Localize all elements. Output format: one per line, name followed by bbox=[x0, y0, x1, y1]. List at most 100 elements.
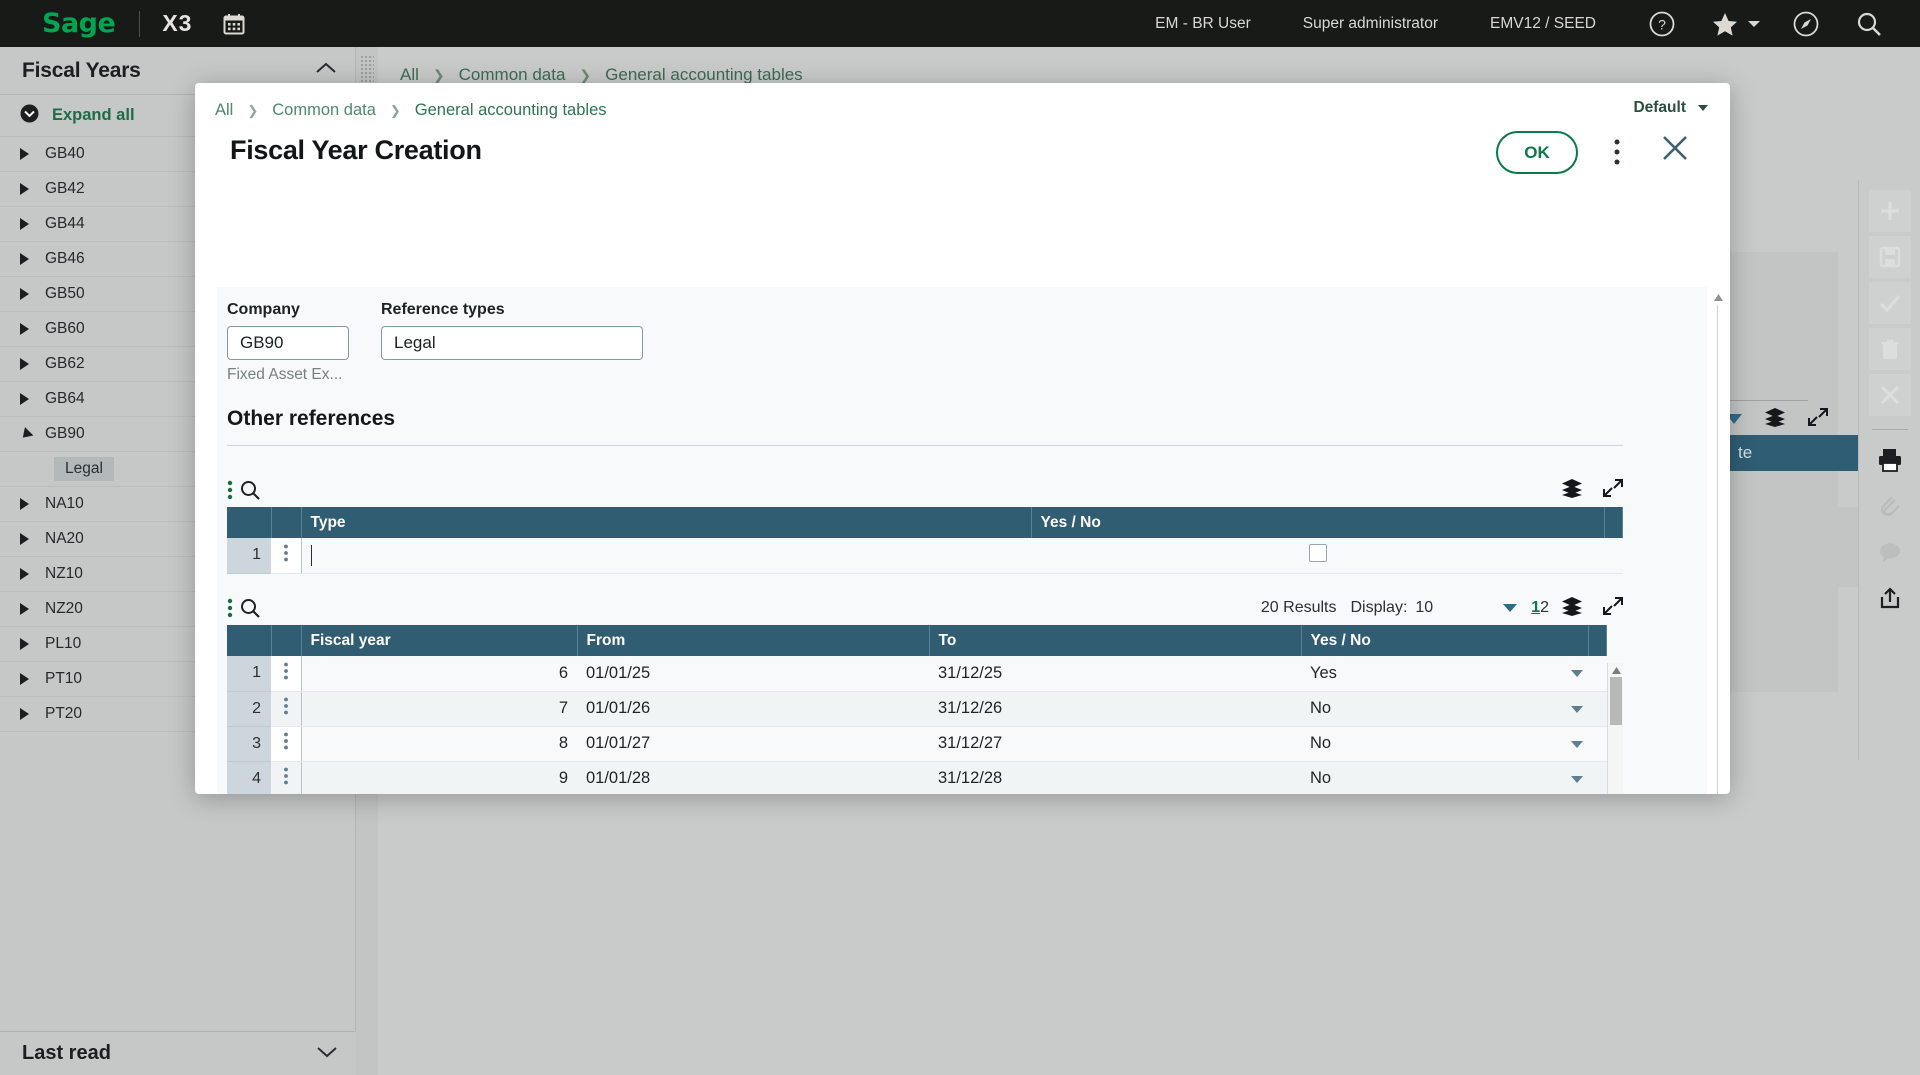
star-icon[interactable] bbox=[1710, 10, 1740, 38]
cell-type[interactable] bbox=[301, 538, 1031, 574]
row-menu-icon[interactable] bbox=[271, 656, 302, 692]
dialog-breadcrumb-item-all[interactable]: All bbox=[215, 101, 233, 120]
dialog-more-vertical-icon[interactable] bbox=[1614, 138, 1620, 171]
attachment-icon[interactable] bbox=[1869, 485, 1911, 527]
calendar-icon[interactable] bbox=[222, 12, 246, 36]
scrollbar-track[interactable] bbox=[1717, 305, 1718, 794]
print-icon[interactable] bbox=[1869, 439, 1911, 481]
compass-icon[interactable] bbox=[1792, 10, 1820, 38]
cell-yesno[interactable]: No bbox=[1301, 691, 1589, 727]
table-header-row: Fiscal year From To Yes / No bbox=[227, 625, 1607, 656]
column-header-yesno[interactable]: Yes / No bbox=[1031, 507, 1605, 538]
sidebar-footer-last-read[interactable]: Last read bbox=[0, 1031, 356, 1075]
current-user[interactable]: EM - BR User bbox=[1155, 15, 1251, 33]
cell-fiscal-year[interactable]: 8 bbox=[301, 726, 577, 762]
export-icon[interactable] bbox=[1869, 577, 1911, 619]
cell-from[interactable]: 01/01/26 bbox=[577, 691, 929, 727]
chevron-down-icon[interactable] bbox=[1748, 20, 1760, 27]
yesno-checkbox[interactable] bbox=[1308, 543, 1327, 562]
cell-yesno[interactable]: No bbox=[1301, 761, 1589, 794]
ok-button[interactable]: OK bbox=[1496, 131, 1578, 174]
cell-from[interactable]: 01/01/25 bbox=[577, 656, 929, 692]
trash-icon[interactable] bbox=[1868, 328, 1911, 370]
scroll-up-icon[interactable] bbox=[1611, 664, 1621, 676]
page-2[interactable]: 2 bbox=[1540, 599, 1549, 616]
help-circle-icon[interactable]: ? bbox=[1648, 10, 1676, 38]
dialog-breadcrumb-item-general-accounting-tables[interactable]: General accounting tables bbox=[415, 101, 607, 120]
company-input[interactable]: GB90 bbox=[227, 326, 349, 360]
table-row[interactable]: 1 6 01/01/25 31/12/25 Yes bbox=[227, 656, 1607, 692]
cell-fiscal-year[interactable]: 7 bbox=[301, 691, 577, 727]
sage-logo[interactable]: Sage bbox=[42, 8, 116, 39]
table-row[interactable]: 1 bbox=[227, 538, 1623, 574]
cell-to[interactable]: 31/12/26 bbox=[929, 691, 1301, 727]
fiscal-years-search-icon[interactable] bbox=[239, 597, 261, 619]
scroll-up-icon[interactable] bbox=[1712, 291, 1724, 303]
other-references-expand-icon[interactable] bbox=[1603, 478, 1623, 503]
display-value[interactable]: 10 bbox=[1415, 599, 1433, 617]
search-icon[interactable] bbox=[1854, 9, 1884, 39]
right-action-rail bbox=[1858, 180, 1920, 760]
caret-down-icon[interactable] bbox=[1503, 604, 1518, 612]
fiscal-years-more-vertical-icon[interactable] bbox=[227, 598, 233, 618]
table-row[interactable]: 2 7 01/01/26 31/12/26 No bbox=[227, 691, 1607, 727]
chevron-right-icon bbox=[20, 358, 29, 370]
column-header-from[interactable]: From bbox=[577, 625, 930, 656]
row-menu-icon[interactable] bbox=[271, 538, 302, 574]
row-menu-icon[interactable] bbox=[271, 691, 302, 727]
chevron-up-icon[interactable] bbox=[315, 61, 337, 80]
check-icon[interactable] bbox=[1868, 282, 1911, 324]
cell-fiscal-year[interactable]: 6 bbox=[301, 656, 577, 692]
dialog-vertical-scrollbar[interactable] bbox=[1712, 291, 1724, 794]
breadcrumb-item-common-data[interactable]: Common data bbox=[459, 65, 566, 85]
chevron-right-icon: ❯ bbox=[247, 102, 259, 118]
dialog-view-selector[interactable]: Default bbox=[1633, 99, 1708, 117]
row-menu-icon[interactable] bbox=[271, 761, 302, 794]
add-icon[interactable] bbox=[1868, 190, 1911, 232]
background-layers-icon[interactable] bbox=[1764, 407, 1786, 432]
cancel-icon[interactable] bbox=[1868, 374, 1911, 416]
caret-down-icon[interactable] bbox=[1570, 740, 1583, 748]
table-row[interactable]: 4 9 01/01/28 31/12/28 No bbox=[227, 761, 1607, 794]
cell-fiscal-year[interactable]: 9 bbox=[301, 761, 577, 794]
scrollbar-thumb[interactable] bbox=[1610, 677, 1622, 725]
column-header-yesno[interactable]: Yes / No bbox=[1301, 625, 1589, 656]
breadcrumb-item-general-accounting-tables[interactable]: General accounting tables bbox=[605, 65, 803, 85]
cell-from[interactable]: 01/01/28 bbox=[577, 761, 929, 794]
comment-icon[interactable] bbox=[1869, 531, 1911, 573]
other-references-search-icon[interactable] bbox=[239, 479, 261, 501]
column-header-fiscal-year[interactable]: Fiscal year bbox=[301, 625, 578, 656]
reference-types-input[interactable]: Legal bbox=[381, 326, 643, 360]
current-role[interactable]: Super administrator bbox=[1303, 15, 1438, 33]
cell-yesno[interactable]: No bbox=[1301, 726, 1589, 762]
close-icon[interactable] bbox=[1660, 133, 1690, 168]
fiscal-years-vertical-scrollbar[interactable] bbox=[1607, 663, 1623, 794]
cell-to[interactable]: 31/12/27 bbox=[929, 726, 1301, 762]
cell-to[interactable]: 31/12/28 bbox=[929, 761, 1301, 794]
cell-to[interactable]: 31/12/25 bbox=[929, 656, 1301, 692]
fiscal-years-layers-icon[interactable] bbox=[1561, 596, 1583, 621]
caret-down-icon[interactable] bbox=[1570, 670, 1583, 678]
sidebar-item-label: GB50 bbox=[45, 285, 85, 302]
other-references-layers-icon[interactable] bbox=[1561, 478, 1583, 503]
caret-down-icon[interactable] bbox=[1570, 705, 1583, 713]
fiscal-years-expand-icon[interactable] bbox=[1603, 596, 1623, 621]
current-endpoint[interactable]: EMV12 / SEED bbox=[1490, 15, 1596, 33]
table-row[interactable]: 3 8 01/01/27 31/12/27 No bbox=[227, 726, 1607, 762]
cell-yesno[interactable] bbox=[1031, 538, 1605, 574]
column-header-type[interactable]: Type bbox=[301, 507, 1032, 538]
row-menu-icon[interactable] bbox=[271, 726, 302, 762]
other-references-more-vertical-icon[interactable] bbox=[227, 480, 233, 500]
page-1[interactable]: 1 bbox=[1531, 599, 1540, 616]
cell-from[interactable]: 01/01/27 bbox=[577, 726, 929, 762]
company-field-group: Company GB90 Fixed Asset Ex... bbox=[227, 301, 349, 384]
sidebar-item-label: NZ20 bbox=[45, 600, 83, 617]
dialog-breadcrumb-item-common-data[interactable]: Common data bbox=[272, 101, 376, 120]
breadcrumb-item-all[interactable]: All bbox=[400, 65, 419, 85]
caret-down-icon[interactable] bbox=[1570, 775, 1583, 783]
chevron-right-icon bbox=[20, 673, 29, 685]
cell-yesno[interactable]: Yes bbox=[1301, 656, 1589, 692]
column-header-to[interactable]: To bbox=[929, 625, 1302, 656]
save-icon[interactable] bbox=[1868, 236, 1911, 278]
background-expand-icon[interactable] bbox=[1808, 407, 1828, 432]
